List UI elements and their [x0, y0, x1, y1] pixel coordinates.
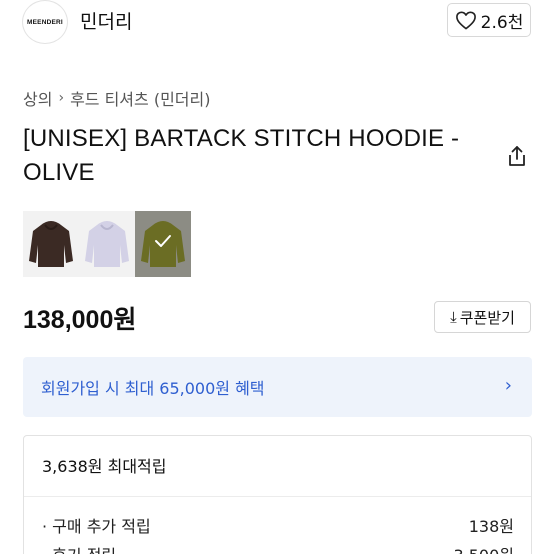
thumbnail-olive-selected[interactable] [135, 211, 191, 277]
divider [24, 496, 531, 497]
points-box: 3,638원 최대적립 · 구매 추가 적립 138원 · 후기 적립 3,50… [23, 435, 532, 554]
brand-logo-text: MEENDERI [27, 18, 63, 26]
chevron-right-icon: › [504, 375, 512, 396]
thumbnail-brown[interactable] [23, 211, 79, 277]
download-icon: ⤓ [450, 308, 457, 326]
points-row-label: · 구매 추가 적립 [42, 517, 151, 536]
benefit-text: 회원가입 시 최대 65,000원 혜택 [41, 379, 265, 398]
heart-icon [455, 11, 476, 30]
breadcrumb: 상의 › 후드 티셔츠 (민더리) [23, 86, 210, 110]
breadcrumb-root[interactable]: 상의 [23, 86, 52, 110]
price: 138,000원 [23, 306, 137, 334]
points-row-value: 138원 [468, 517, 514, 536]
brand-name[interactable]: 민더리 [80, 7, 132, 34]
chevron-right-icon: › [58, 90, 65, 106]
color-thumbnails [23, 211, 191, 277]
hoodie-lavender-image [85, 221, 129, 267]
points-row-value: 3,500원 [453, 542, 514, 554]
like-count: 2.6천 [480, 12, 524, 33]
like-button[interactable]: 2.6천 [447, 3, 531, 37]
hoodie-brown-image [29, 221, 73, 267]
points-row: · 후기 적립 3,500원 [42, 542, 514, 554]
points-title: 3,638원 최대적립 [42, 457, 167, 476]
product-title: [UNISEX] BARTACK STITCH HOODIE - OLIVE [23, 125, 460, 186]
coupon-button-label: 쿠폰받기 [459, 308, 515, 327]
hoodie-olive-image [135, 211, 191, 277]
brand-logo[interactable]: MEENDERI [22, 0, 68, 44]
points-row: · 구매 추가 적립 138원 [42, 513, 514, 537]
points-row-label: · 후기 적립 [42, 542, 116, 554]
signup-benefit-banner[interactable]: 회원가입 시 최대 65,000원 혜택 › [23, 357, 532, 417]
header: MEENDERI 민더리 2.6천 [0, 0, 554, 44]
coupon-button[interactable]: ⤓ 쿠폰받기 [434, 301, 531, 333]
breadcrumb-current[interactable]: 후드 티셔츠 (민더리) [70, 86, 210, 110]
thumbnail-lavender[interactable] [79, 211, 135, 277]
share-icon[interactable] [505, 144, 529, 168]
